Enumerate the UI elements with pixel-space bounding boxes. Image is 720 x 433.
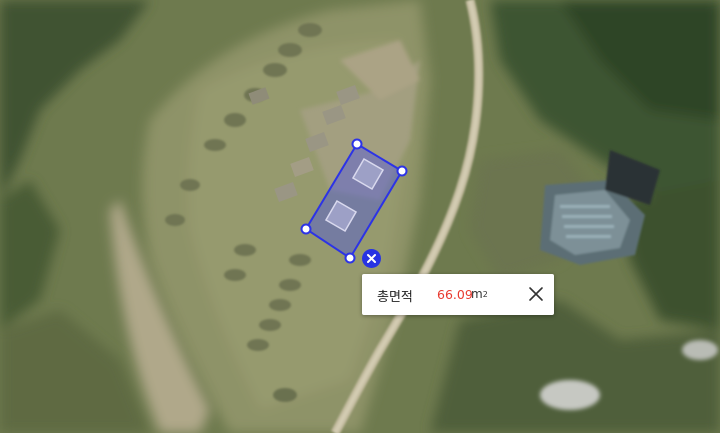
total-area-label: 총면적 (377, 290, 413, 305)
satellite-imagery (0, 0, 720, 433)
polygon-vertex-handle[interactable] (300, 223, 312, 235)
area-unit-base: m (471, 287, 483, 301)
close-icon[interactable] (528, 286, 544, 302)
delete-x-icon (367, 254, 376, 263)
polygon-vertex-handle[interactable] (396, 165, 408, 177)
polygon-vertex-handle[interactable] (351, 138, 363, 150)
map-view[interactable]: 총면적 66.09 m2 (0, 0, 720, 433)
delete-measurement-button[interactable] (362, 249, 381, 268)
area-result-popup: 총면적 66.09 m2 (362, 274, 554, 315)
total-area-value: 66.09 (437, 287, 473, 302)
polygon-vertex-handle[interactable] (344, 252, 356, 264)
area-unit-exponent: 2 (482, 290, 488, 299)
total-area-unit: m2 (471, 287, 488, 301)
